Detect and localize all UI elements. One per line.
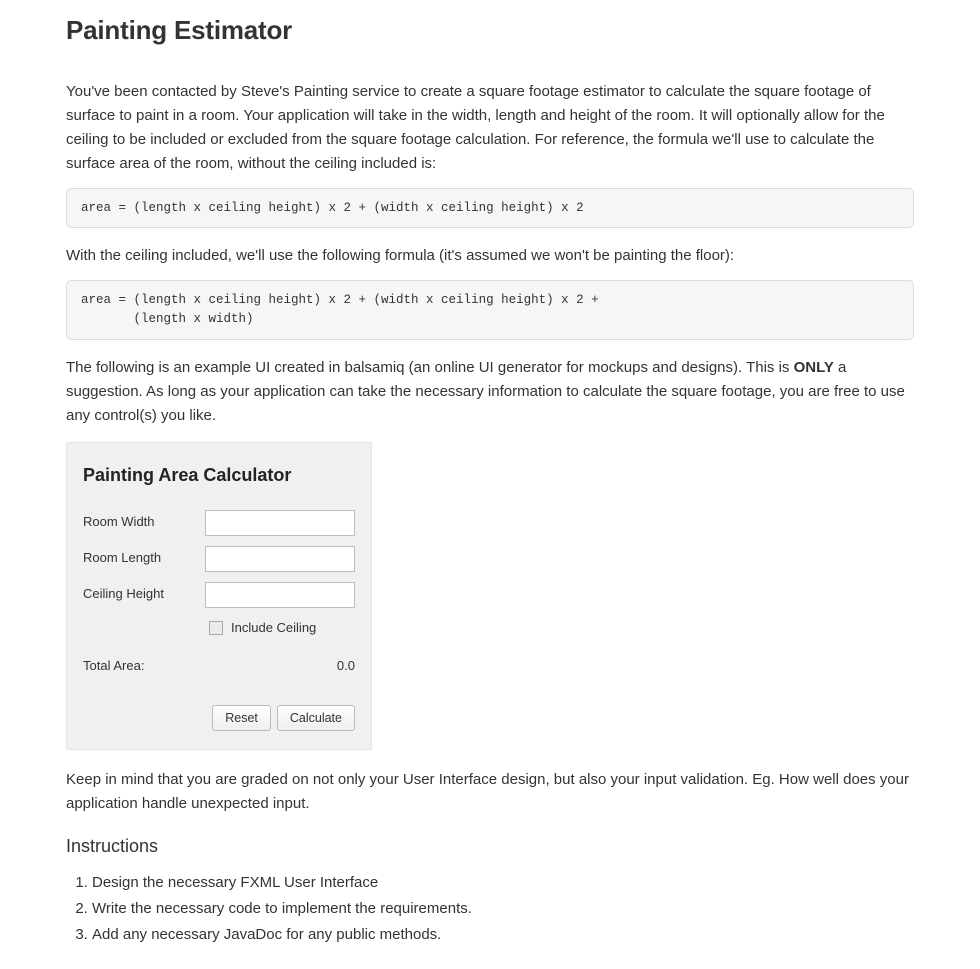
ceiling-height-input[interactable] <box>205 582 355 608</box>
total-area-row: Total Area: 0.0 <box>83 656 355 677</box>
reset-button[interactable]: Reset <box>212 705 271 731</box>
page-title: Painting Estimator <box>66 10 914 52</box>
instructions-heading: Instructions <box>66 832 914 861</box>
instructions-list: Design the necessary FXML User Interface… <box>92 871 914 947</box>
mockup-intro: The following is an example UI created i… <box>66 356 914 428</box>
button-row: Reset Calculate <box>83 705 355 731</box>
room-width-row: Room Width <box>83 510 355 536</box>
room-width-input[interactable] <box>205 510 355 536</box>
ceiling-height-row: Ceiling Height <box>83 582 355 608</box>
include-ceiling-checkbox[interactable] <box>209 621 223 635</box>
room-width-label: Room Width <box>83 512 205 533</box>
intro-paragraph: You've been contacted by Steve's Paintin… <box>66 80 914 176</box>
ceiling-height-label: Ceiling Height <box>83 584 205 605</box>
formula-1-code: area = (length x ceiling height) x 2 + (… <box>66 188 914 229</box>
calculate-button[interactable]: Calculate <box>277 705 355 731</box>
include-ceiling-label: Include Ceiling <box>231 618 316 639</box>
calculator-title: Painting Area Calculator <box>83 461 355 490</box>
room-length-input[interactable] <box>205 546 355 572</box>
calculator-mockup: Painting Area Calculator Room Width Room… <box>66 442 372 750</box>
include-ceiling-row: Include Ceiling <box>209 618 355 639</box>
with-ceiling-text: With the ceiling included, we'll use the… <box>66 244 914 268</box>
formula-2-code: area = (length x ceiling height) x 2 + (… <box>66 280 914 340</box>
mockup-intro-bold: ONLY <box>794 359 834 376</box>
mockup-intro-prefix: The following is an example UI created i… <box>66 359 794 376</box>
total-area-value: 0.0 <box>207 656 355 677</box>
room-length-row: Room Length <box>83 546 355 572</box>
instruction-item: Write the necessary code to implement th… <box>92 897 914 921</box>
instruction-item: Add any necessary JavaDoc for any public… <box>92 923 914 947</box>
grading-note: Keep in mind that you are graded on not … <box>66 768 914 816</box>
instruction-item: Design the necessary FXML User Interface <box>92 871 914 895</box>
room-length-label: Room Length <box>83 548 205 569</box>
total-area-label: Total Area: <box>83 656 207 677</box>
